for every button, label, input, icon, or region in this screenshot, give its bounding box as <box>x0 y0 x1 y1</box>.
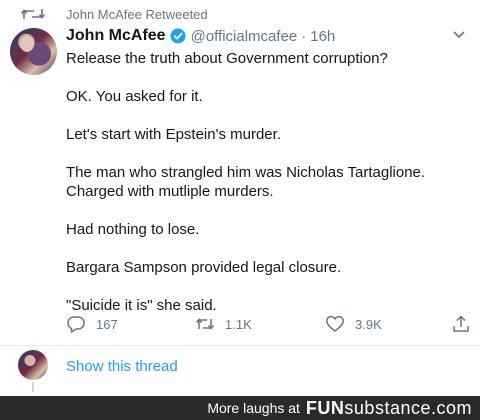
author-name[interactable]: John McAfee <box>66 27 166 45</box>
header-separator: · <box>301 27 307 45</box>
tweet-paragraph: OK. You asked for it. <box>66 88 203 105</box>
tweet-paragraph: The man who strangled him was Nicholas T… <box>66 164 426 200</box>
share-button[interactable] <box>451 314 480 334</box>
tweet-header: John McAfee @officialmcafee · 16h <box>66 25 335 47</box>
author-avatar[interactable] <box>10 28 57 75</box>
brand-main: FUN <box>305 397 345 418</box>
share-icon <box>453 315 469 332</box>
brand-logo[interactable]: FUNsubstance.com <box>306 398 472 419</box>
divider <box>0 345 480 346</box>
like-button[interactable]: 3.9K <box>325 314 382 334</box>
brand-sub: substance <box>344 397 431 418</box>
author-handle[interactable]: @officialmcafee <box>191 28 298 45</box>
tweet-actions: 167 1.1K 3.9K <box>66 312 476 336</box>
footer-tagline: More laughs at <box>207 400 300 416</box>
thread-avatar[interactable] <box>18 350 48 380</box>
retweet-icon <box>195 318 215 330</box>
tweet-paragraph: Let's start with Epstein's murder. <box>66 126 281 143</box>
thread-connector-line <box>32 382 34 392</box>
retweet-count: 1.1K <box>225 316 252 332</box>
heart-icon <box>326 315 344 332</box>
tweet-paragraph: Had nothing to lose. <box>66 221 200 238</box>
watermark-footer: More laughs at FUNsubstance.com <box>0 396 480 420</box>
reply-icon <box>67 316 85 333</box>
retweet-icon <box>20 9 46 19</box>
tweet-paragraph: Release the truth about Government corru… <box>66 50 388 67</box>
tweet-paragraph: Bargara Sampson provided legal closure. <box>66 259 342 276</box>
reply-count: 167 <box>96 316 118 332</box>
reply-button[interactable]: 167 <box>66 314 118 334</box>
show-thread-link[interactable]: Show this thread <box>66 358 178 375</box>
retweeted-by-row: John McAfee Retweeted <box>20 6 208 22</box>
verified-badge-icon <box>170 28 186 44</box>
retweeted-by-label[interactable]: John McAfee Retweeted <box>66 7 208 22</box>
brand-tld: .com <box>430 397 472 418</box>
retweet-button[interactable]: 1.1K <box>195 314 252 334</box>
like-count: 3.9K <box>355 316 382 332</box>
chevron-down-icon[interactable] <box>452 30 466 40</box>
tweet-body: Release the truth about Government corru… <box>66 49 466 334</box>
tweet-timestamp[interactable]: 16h <box>310 28 335 45</box>
